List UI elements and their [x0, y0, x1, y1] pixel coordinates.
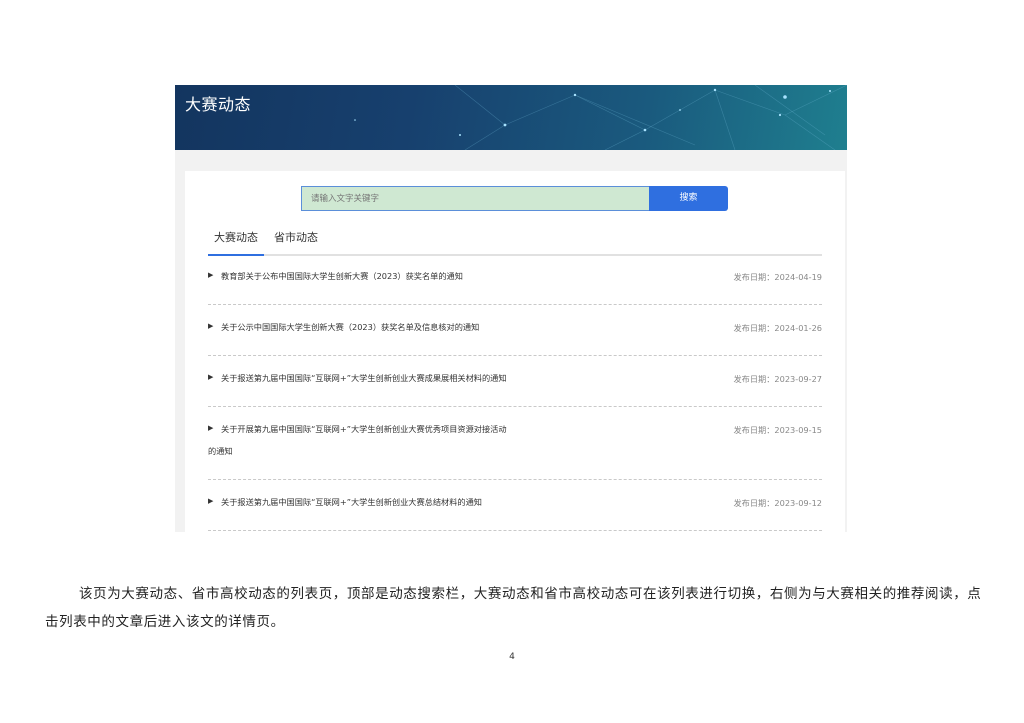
- arrow-right-icon: ▶: [208, 271, 214, 279]
- arrow-right-icon: ▶: [208, 497, 214, 505]
- page-number: 4: [509, 652, 515, 662]
- arrow-right-icon: ▶: [208, 373, 214, 381]
- tab-competition-news[interactable]: 大赛动态: [208, 230, 264, 256]
- tab-provincial-news[interactable]: 省市动态: [274, 230, 318, 254]
- article-date: 发布日期：2023-09-15: [733, 425, 822, 435]
- list-item[interactable]: ▶ 关于开展第九届中国国际“互联网+”大学生创新创业大赛优秀项目资源对接活动 的…: [208, 407, 822, 480]
- article-list: ▶ 教育部关于公布中国国际大学生创新大赛（2023）获奖名单的通知 发布日期：2…: [208, 254, 822, 531]
- website-screenshot: 大赛动态 搜索 大赛动态 省市动态 ▶ 教育部关于公布中国国际大学生创新大赛（2…: [175, 85, 847, 532]
- article-date: 发布日期：2024-04-19: [733, 272, 822, 282]
- article-title[interactable]: 教育部关于公布中国国际大学生创新大赛（2023）获奖名单的通知: [221, 265, 581, 287]
- network-pattern-decoration: [354, 85, 847, 150]
- article-title-continued[interactable]: 的通知: [208, 440, 568, 462]
- arrow-right-icon: ▶: [208, 322, 214, 330]
- article-date: 发布日期：2023-09-27: [733, 374, 822, 384]
- list-item[interactable]: ▶ 教育部关于公布中国国际大学生创新大赛（2023）获奖名单的通知 发布日期：2…: [208, 254, 822, 305]
- search-bar: 搜索: [301, 186, 728, 211]
- news-list-panel: 搜索 大赛动态 省市动态 ▶ 教育部关于公布中国国际大学生创新大赛（2023）获…: [185, 171, 845, 532]
- arrow-right-icon: ▶: [208, 424, 214, 432]
- list-item[interactable]: ▶ 关于公示中国国际大学生创新大赛（2023）获奖名单及信息核对的通知 发布日期…: [208, 305, 822, 356]
- caption-paragraph: 该页为大赛动态、省市高校动态的列表页，顶部是动态搜索栏，大赛动态和省市高校动态可…: [45, 586, 982, 630]
- search-input[interactable]: [301, 186, 649, 211]
- article-title[interactable]: 关于开展第九届中国国际“互联网+”大学生创新创业大赛优秀项目资源对接活动: [221, 418, 581, 440]
- search-button[interactable]: 搜索: [649, 186, 728, 211]
- article-title[interactable]: 关于公示中国国际大学生创新大赛（2023）获奖名单及信息核对的通知: [221, 316, 581, 338]
- article-title[interactable]: 关于报送第九届中国国际“互联网+”大学生创新创业大赛总结材料的通知: [221, 491, 581, 513]
- article-title[interactable]: 关于报送第九届中国国际“互联网+”大学生创新创业大赛成果展相关材料的通知: [221, 367, 581, 389]
- list-item[interactable]: ▶ 关于报送第九届中国国际“互联网+”大学生创新创业大赛总结材料的通知 发布日期…: [208, 480, 822, 531]
- tab-bar: 大赛动态 省市动态: [208, 230, 822, 256]
- article-date: 发布日期：2023-09-12: [733, 498, 822, 508]
- banner: 大赛动态: [175, 85, 847, 150]
- banner-title: 大赛动态: [185, 95, 252, 114]
- list-item[interactable]: ▶ 关于报送第九届中国国际“互联网+”大学生创新创业大赛成果展相关材料的通知 发…: [208, 356, 822, 407]
- article-date: 发布日期：2024-01-26: [733, 323, 822, 333]
